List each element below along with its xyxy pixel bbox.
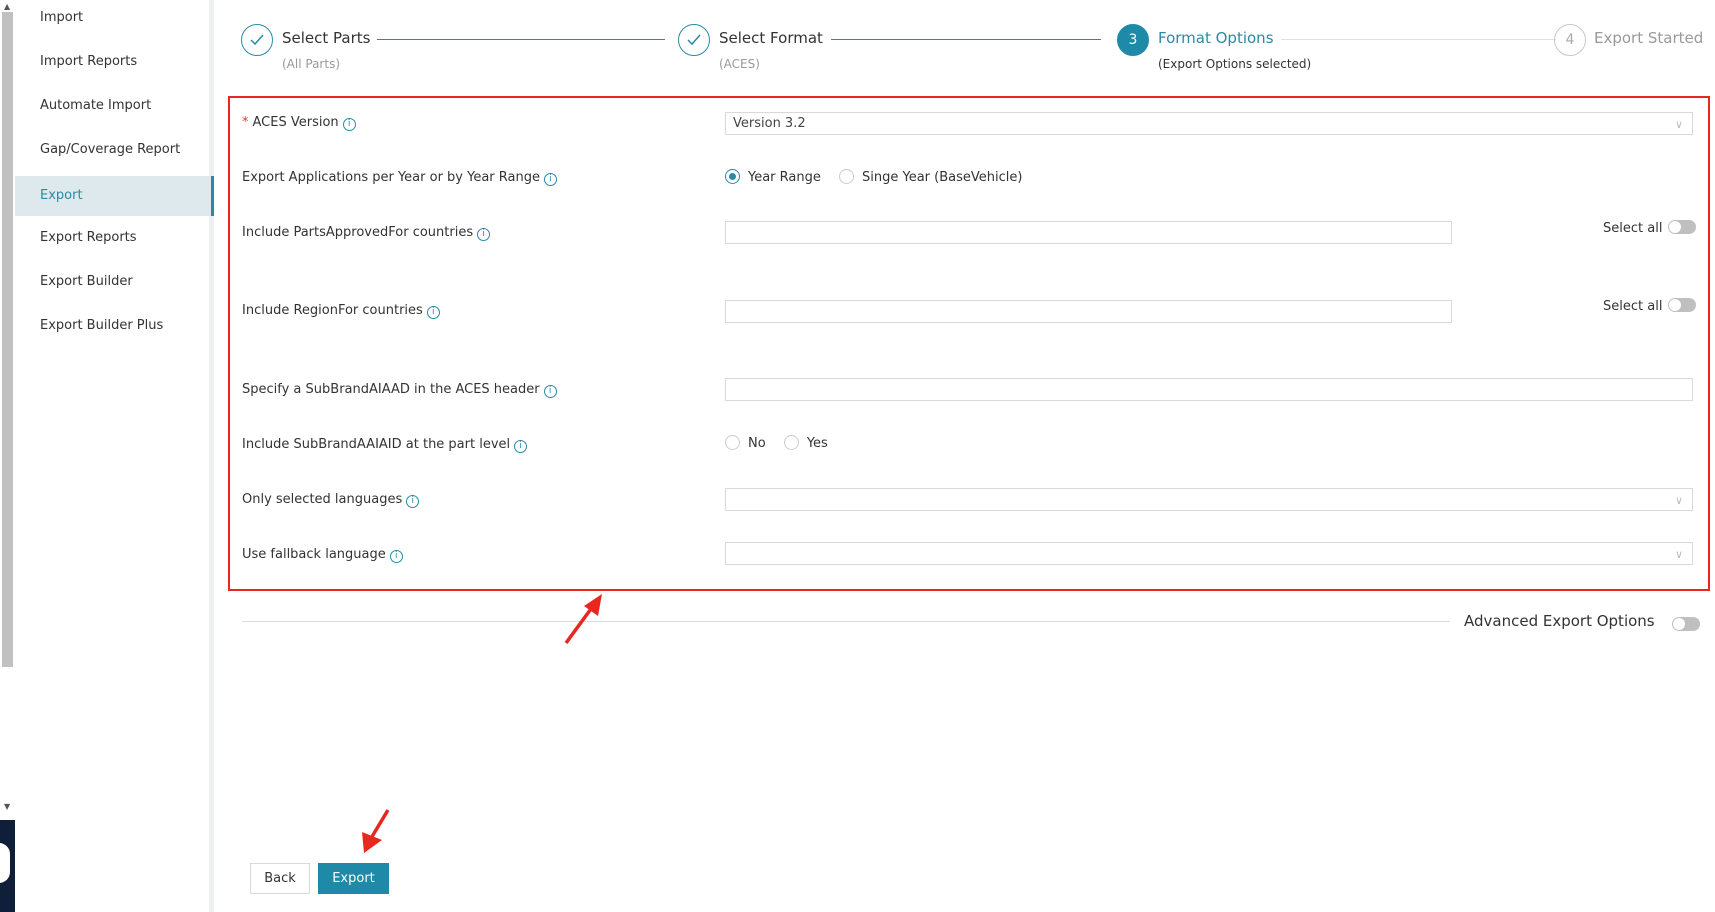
chat-widget-button[interactable] xyxy=(0,843,10,883)
sidebar-item-import[interactable]: Import xyxy=(15,0,214,38)
region-for-label-text: Include RegionFor countries xyxy=(242,303,423,318)
radio-checked-icon[interactable] xyxy=(725,169,740,184)
step-connector xyxy=(377,39,665,40)
parts-approved-select-all: Select all xyxy=(1603,220,1697,236)
required-mark: * xyxy=(242,115,249,130)
export-stepper: Select Parts (All Parts) Select Format (… xyxy=(241,20,1703,80)
single-year-label: Singe Year (BaseVehicle) xyxy=(862,170,1023,185)
scrollbar-thumb[interactable] xyxy=(2,12,13,667)
scroll-down-icon[interactable]: ▼ xyxy=(4,802,10,811)
select-all-label: Select all xyxy=(1603,221,1663,236)
back-button[interactable]: Back xyxy=(250,863,310,894)
info-icon[interactable]: i xyxy=(514,440,528,453)
advanced-divider xyxy=(242,621,1450,622)
annotation-arrow-icon xyxy=(362,809,390,853)
annotation-arrow-icon xyxy=(564,594,602,645)
region-for-label: Include RegionFor countries i xyxy=(242,303,440,319)
sidebar-item-gap-coverage-report[interactable]: Gap/Coverage Report xyxy=(15,130,214,170)
no-label: No xyxy=(748,436,766,451)
sub-brand-header-input[interactable] xyxy=(725,378,1693,401)
languages-label: Only selected languages i xyxy=(242,492,420,508)
step-3-number: 3 xyxy=(1117,24,1149,56)
radio-unchecked-icon[interactable] xyxy=(783,435,799,450)
aces-version-select[interactable]: Version 3.2 ∨ xyxy=(725,112,1693,135)
fallback-language-select[interactable]: ∨ xyxy=(725,542,1693,565)
select-all-toggle[interactable] xyxy=(1668,298,1697,312)
chevron-down-icon: ∨ xyxy=(1674,118,1683,131)
info-icon[interactable]: i xyxy=(406,495,420,508)
no-radio[interactable]: No xyxy=(725,435,766,451)
export-button[interactable]: Export xyxy=(318,863,389,894)
year-range-radio[interactable]: Year Range xyxy=(725,169,821,185)
step-4-title: Export Started xyxy=(1594,29,1704,47)
info-icon[interactable]: i xyxy=(426,306,440,319)
advanced-export-toggle[interactable] xyxy=(1672,617,1700,631)
region-for-input[interactable] xyxy=(725,300,1452,323)
yes-label: Yes xyxy=(806,436,828,451)
step-2-check-icon xyxy=(678,24,710,56)
chevron-down-icon: ∨ xyxy=(1674,548,1683,561)
advanced-export-options: Advanced Export Options xyxy=(1464,612,1655,630)
sub-brand-part-radio-group: No Yes xyxy=(725,435,842,451)
aces-version-label: * ACES Version i xyxy=(242,115,356,131)
sidebar-item-import-reports[interactable]: Import Reports xyxy=(15,42,214,82)
scroll-up-icon[interactable]: ▲ xyxy=(4,2,10,11)
yes-radio[interactable]: Yes xyxy=(783,435,828,451)
step-connector xyxy=(1281,39,1556,40)
info-icon[interactable]: i xyxy=(543,173,557,186)
info-icon[interactable]: i xyxy=(477,228,491,241)
sub-brand-part-label-text: Include SubBrandAAIAID at the part level xyxy=(242,437,511,452)
info-icon[interactable]: i xyxy=(543,385,557,398)
languages-label-text: Only selected languages xyxy=(242,492,403,507)
chevron-down-icon: ∨ xyxy=(1674,494,1683,507)
radio-unchecked-icon[interactable] xyxy=(725,435,740,450)
page-scrollbar[interactable]: ▲ ▼ xyxy=(0,0,15,912)
region-for-select-all: Select all xyxy=(1603,298,1697,314)
sub-brand-part-label: Include SubBrandAAIAID at the part level… xyxy=(242,437,528,453)
sidebar: Import Import Reports Automate Import Ga… xyxy=(15,0,214,912)
radio-unchecked-icon[interactable] xyxy=(839,169,854,184)
info-icon[interactable]: i xyxy=(342,118,356,131)
step-2-subtitle: (ACES) xyxy=(719,57,760,71)
parts-approved-for-label-text: Include PartsApprovedFor countries xyxy=(242,225,474,240)
fallback-language-label: Use fallback language i xyxy=(242,547,403,563)
fallback-language-label-text: Use fallback language xyxy=(242,547,386,562)
single-year-radio[interactable]: Singe Year (BaseVehicle) xyxy=(839,169,1022,185)
step-2-title: Select Format xyxy=(719,29,823,47)
languages-select[interactable]: ∨ xyxy=(725,488,1693,511)
select-all-label: Select all xyxy=(1603,299,1663,314)
step-connector xyxy=(831,39,1101,40)
advanced-export-options-label: Advanced Export Options xyxy=(1464,612,1655,630)
parts-approved-for-input[interactable] xyxy=(725,221,1452,244)
sub-brand-header-label-text: Specify a SubBrandAIAAD in the ACES head… xyxy=(242,382,540,397)
sidebar-item-export-reports[interactable]: Export Reports xyxy=(15,218,214,258)
year-mode-radio-group: Year Range Singe Year (BaseVehicle) xyxy=(725,169,1036,185)
sidebar-item-export-builder[interactable]: Export Builder xyxy=(15,262,214,302)
sidebar-item-export-builder-plus[interactable]: Export Builder Plus xyxy=(15,306,214,346)
app-root: ▲ ▼ Import Import Reports Automate Impor… xyxy=(0,0,1715,912)
step-3-subtitle: (Export Options selected) xyxy=(1158,57,1312,71)
year-mode-label-text: Export Applications per Year or by Year … xyxy=(242,170,540,185)
year-range-label: Year Range xyxy=(748,170,821,185)
sidebar-item-export[interactable]: Export xyxy=(15,176,214,216)
step-3-title: Format Options xyxy=(1158,29,1274,47)
step-1-title: Select Parts xyxy=(282,29,371,47)
step-1-subtitle: (All Parts) xyxy=(282,57,340,71)
sub-brand-header-label: Specify a SubBrandAIAAD in the ACES head… xyxy=(242,382,557,398)
parts-approved-for-label: Include PartsApprovedFor countries i xyxy=(242,225,491,241)
step-4-number: 4 xyxy=(1554,24,1586,56)
sidebar-item-automate-import[interactable]: Automate Import xyxy=(15,86,214,126)
aces-version-label-text: ACES Version xyxy=(252,115,339,130)
year-mode-label: Export Applications per Year or by Year … xyxy=(242,170,557,186)
step-1-check-icon xyxy=(241,24,273,56)
info-icon[interactable]: i xyxy=(389,550,403,563)
aces-version-value: Version 3.2 xyxy=(733,116,806,131)
select-all-toggle[interactable] xyxy=(1668,220,1697,234)
